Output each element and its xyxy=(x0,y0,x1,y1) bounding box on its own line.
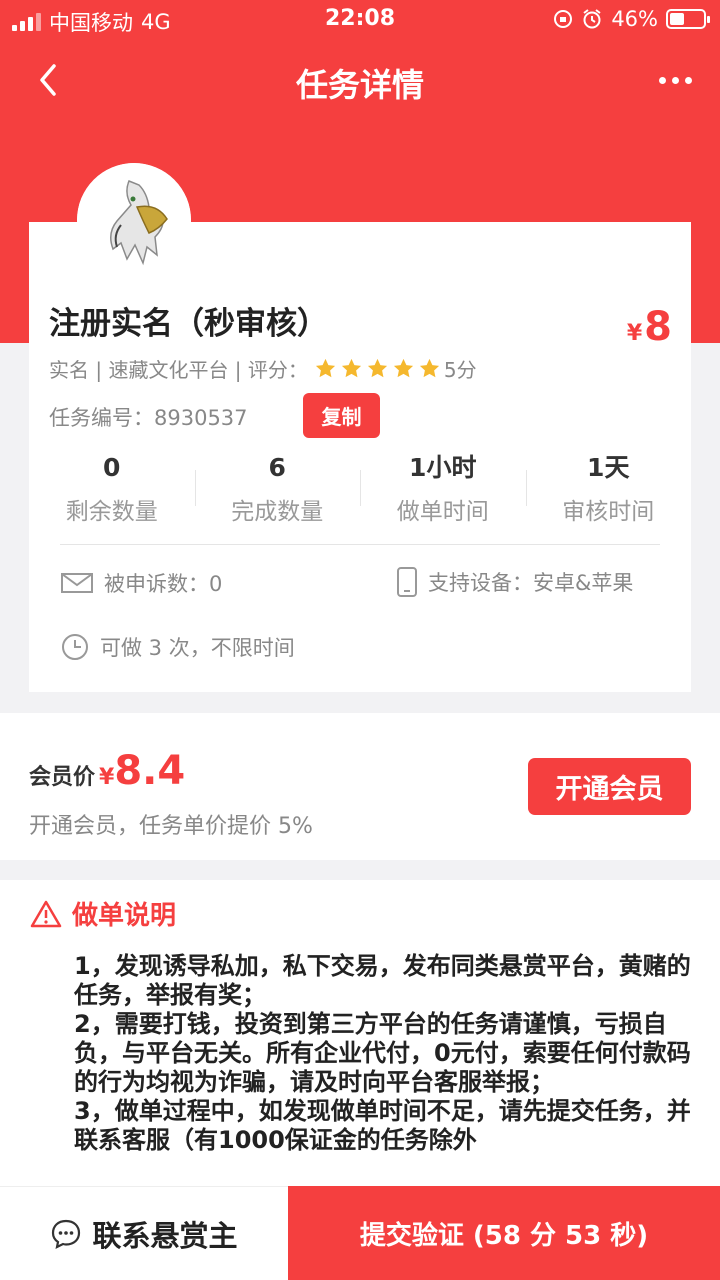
alarm-icon xyxy=(583,9,601,29)
stat-label: 剩余数量 xyxy=(65,499,158,525)
task-price: ¥8 xyxy=(627,304,672,350)
contact-label: 联系悬赏主 xyxy=(92,1218,238,1253)
lock-rotation-icon xyxy=(554,10,573,28)
stat-item: 1天 审核时间 xyxy=(525,450,692,530)
member-price-value: 8.4 xyxy=(114,748,186,794)
submit-verify-button[interactable]: 提交验证 (58 分 53 秒) xyxy=(288,1186,720,1280)
price-value: 8 xyxy=(644,304,672,350)
star-icon xyxy=(419,358,439,378)
task-meta-text: 实名 | 速藏文化平台 | 评分： xyxy=(49,358,308,382)
limit-text: 可做 3 次，不限时间 xyxy=(100,636,295,660)
note-item: 2，需要打钱，投资到第三方平台的任务请谨慎，亏损自负，与平台无关。所有企业代付，… xyxy=(74,1010,691,1096)
complaints-row: 被申诉数：0 xyxy=(60,568,222,598)
warning-icon xyxy=(30,900,62,927)
chat-bubble-icon xyxy=(52,1219,81,1249)
contact-publisher-button[interactable]: 联系悬赏主 xyxy=(0,1186,288,1280)
copy-button[interactable]: 复制 xyxy=(303,393,380,438)
limit-row: 可做 3 次，不限时间 xyxy=(60,632,295,662)
battery-icon xyxy=(666,9,710,29)
phone-icon xyxy=(397,567,417,597)
note-item: 1，发现诱导私加，私下交易，发布同类悬赏平台，黄赌的任务，举报有奖； xyxy=(74,952,691,1009)
stat-item: 6 完成数量 xyxy=(194,450,361,530)
task-id-value: 8930537 xyxy=(154,406,248,430)
note-item: 3，做单过程中，如发现做单时间不足，请先提交任务，并联系客服（有1000保证金的… xyxy=(74,1097,691,1154)
task-stats: 0 剩余数量 6 完成数量 1小时 做单时间 1天 审核时间 xyxy=(29,450,691,530)
devices-text: 支持设备：安卓&苹果 xyxy=(428,571,634,595)
rating-stars xyxy=(314,357,441,380)
stat-label: 完成数量 xyxy=(231,499,324,525)
rating-text: 5分 xyxy=(443,358,477,382)
task-title: 注册实名（秒审核） xyxy=(49,306,328,342)
member-price: 会员价 ¥ 8.4 xyxy=(29,748,185,794)
battery-percent: 46% xyxy=(611,7,658,31)
task-avatar xyxy=(77,163,191,277)
notes-title: 做单说明 xyxy=(30,895,176,932)
more-dots-icon[interactable] xyxy=(650,62,700,98)
status-bar: 中国移动 4G 22:08 46% xyxy=(0,0,720,40)
task-id: 任务编号：8930537 xyxy=(49,402,248,432)
task-id-label: 任务编号： xyxy=(49,406,154,430)
star-icon xyxy=(341,358,361,378)
star-icon xyxy=(393,358,413,378)
clock-icon xyxy=(62,634,88,660)
creature-avatar-image xyxy=(77,163,191,277)
star-icon xyxy=(367,358,387,378)
card-divider xyxy=(60,544,660,545)
stat-item: 0 剩余数量 xyxy=(29,450,195,530)
notes-body: 1，发现诱导私加，私下交易，发布同类悬赏平台，黄赌的任务，举报有奖； 2，需要打… xyxy=(74,952,694,1155)
bottom-bar: 联系悬赏主 提交验证 (58 分 53 秒) xyxy=(0,1186,720,1280)
price-currency: ¥ xyxy=(626,321,643,346)
member-price-currency: ¥ xyxy=(99,765,115,790)
complaints-text: 被申诉数：0 xyxy=(104,572,223,596)
stat-label: 审核时间 xyxy=(562,499,655,525)
stat-item: 1小时 做单时间 xyxy=(360,450,526,530)
stat-label: 做单时间 xyxy=(396,499,489,525)
task-meta: 实名 | 速藏文化平台 | 评分： 5分 xyxy=(49,354,477,383)
stat-value: 6 xyxy=(268,453,286,482)
star-icon xyxy=(315,358,335,378)
devices-row: 支持设备：安卓&苹果 xyxy=(396,566,633,598)
member-note: 开通会员，任务单价提价 5% xyxy=(29,814,313,839)
page-title: 任务详情 xyxy=(295,66,424,104)
envelope-icon xyxy=(61,573,93,593)
notes-title-text: 做单说明 xyxy=(72,901,177,931)
member-price-label: 会员价 xyxy=(29,765,96,790)
stat-value: 1天 xyxy=(587,453,630,482)
stat-value: 0 xyxy=(103,453,121,482)
open-member-button[interactable]: 开通会员 xyxy=(528,758,691,815)
stat-value: 1小时 xyxy=(409,453,477,482)
